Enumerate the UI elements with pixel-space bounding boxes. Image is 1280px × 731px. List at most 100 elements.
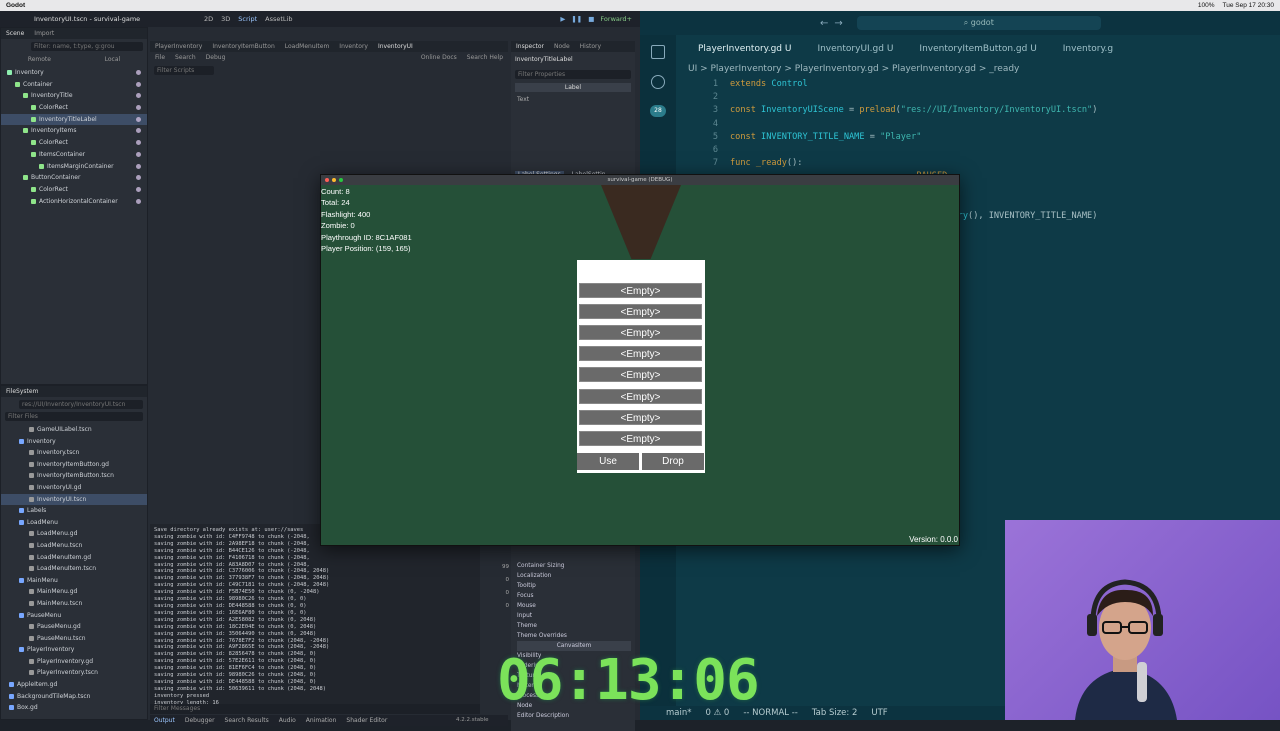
script-tab[interactable]: Inventory	[339, 43, 368, 50]
visibility-eye-icon[interactable]	[136, 163, 141, 169]
scene-tree-row[interactable]: InventoryItems	[1, 125, 147, 137]
filesystem-item[interactable]: PlayerInventory	[1, 644, 147, 656]
inspector-section[interactable]: Theme	[517, 621, 631, 631]
script-tab[interactable]: LoadMenuItem	[285, 43, 330, 50]
status-item[interactable]: Tab Size: 2	[812, 708, 858, 718]
game-debug-window[interactable]: survival-game (DEBUG) Count: 8 Total: 24 F…	[320, 174, 960, 546]
script-tab[interactable]: InventoryUI	[378, 43, 413, 50]
visibility-eye-icon[interactable]	[136, 175, 141, 181]
tab-scene[interactable]: Scene	[6, 30, 24, 37]
visibility-eye-icon[interactable]	[136, 70, 141, 75]
scene-tree-row[interactable]: ColorRect	[1, 184, 147, 196]
editor-tab[interactable]: InventoryUI.gd U	[817, 44, 893, 54]
filesystem-item[interactable]: MainMenu.tscn	[1, 598, 147, 610]
inspector-filter-input[interactable]: Filter Properties	[515, 70, 631, 79]
close-window-icon[interactable]	[325, 178, 329, 182]
scene-tree-row[interactable]: Container	[1, 79, 147, 91]
tab-node[interactable]: Node	[554, 43, 570, 50]
tab-history[interactable]: History	[580, 43, 601, 50]
filesystem-item[interactable]: PauseMenu	[1, 610, 147, 622]
scene-tree-row[interactable]: ItemsContainer	[1, 149, 147, 161]
menu-debug[interactable]: Debug	[206, 54, 226, 61]
filesystem-item[interactable]: Inventory	[1, 436, 147, 448]
filesystem-item[interactable]: InventoryItemButton.tscn	[1, 470, 147, 482]
inventory-slot-button[interactable]: <Empty>	[579, 388, 702, 404]
filesystem-item[interactable]: InventoryUI.gd	[1, 482, 147, 494]
play-icon[interactable]: ▶	[560, 15, 565, 23]
inventory-slot-button[interactable]: <Empty>	[579, 304, 702, 320]
back-arrow-icon[interactable]: ←	[820, 18, 828, 29]
renderer-select[interactable]: Forward+	[600, 15, 632, 23]
filesystem-item[interactable]: PlayerInventory.gd	[1, 656, 147, 668]
inspector-section[interactable]: Tooltip	[517, 581, 631, 591]
filesystem-path[interactable]: res://UI/Inventory/InventoryUI.tscn	[19, 400, 143, 409]
minimize-window-icon[interactable]	[332, 178, 336, 182]
local-button[interactable]: Local	[105, 56, 121, 63]
inventory-slot-button[interactable]: <Empty>	[579, 325, 702, 341]
drop-button[interactable]: Drop	[642, 453, 704, 470]
inspector-section[interactable]: Theme Overrides	[517, 631, 631, 641]
filesystem-item[interactable]: PlayerInventory.tscn	[1, 667, 147, 679]
bottom-panel-tab[interactable]: Debugger	[185, 717, 215, 724]
tab-inspector[interactable]: Inspector	[516, 43, 544, 50]
filesystem-item[interactable]: PauseMenu.gd	[1, 621, 147, 633]
menubar-datetime[interactable]: Tue Sep 17 20:30	[1223, 2, 1274, 9]
inspector-section[interactable]: Localization	[517, 571, 631, 581]
inventory-slot-button[interactable]: <Empty>	[579, 409, 702, 425]
bottom-panel-tab[interactable]: Search Results	[225, 717, 269, 724]
breadcrumb[interactable]: UI > PlayerInventory > PlayerInventory.g…	[688, 64, 1019, 74]
filesystem-item[interactable]: MainMenu	[1, 575, 147, 587]
workspace-3d[interactable]: 3D	[221, 15, 230, 23]
scene-tree-row[interactable]: ItemsMarginContainer	[1, 161, 147, 173]
editor-tab[interactable]: PlayerInventory.gd U	[698, 44, 791, 54]
inspector-section[interactable]: Mouse	[517, 601, 631, 611]
stop-icon[interactable]: ■	[588, 15, 594, 23]
bottom-panel-tab[interactable]: Audio	[279, 717, 296, 724]
vscode-search-box[interactable]: ⌕ godot	[856, 16, 1101, 30]
status-item[interactable]: UTF	[871, 708, 887, 718]
visibility-eye-icon[interactable]	[136, 151, 141, 157]
filesystem-item[interactable]: GameUILabel.tscn	[1, 424, 147, 436]
bottom-panel-tab[interactable]: Shader Editor	[346, 717, 387, 724]
inventory-slot-button[interactable]: <Empty>	[579, 430, 702, 446]
forward-arrow-icon[interactable]: →	[834, 18, 842, 29]
workspace-2d[interactable]: 2D	[204, 15, 213, 23]
inspector-section[interactable]: Focus	[517, 591, 631, 601]
filesystem-item[interactable]: Labels	[1, 505, 147, 517]
script-tab[interactable]: PlayerInventory	[155, 43, 202, 50]
source-control-badge[interactable]: 28	[650, 105, 666, 117]
inventory-slot-button[interactable]: <Empty>	[579, 367, 702, 383]
scene-tree-row[interactable]: ActionHorizontalContainer	[1, 196, 147, 208]
tab-import[interactable]: Import	[34, 30, 54, 37]
scene-tree-row[interactable]: InventoryTitle	[1, 90, 147, 102]
search-help-link[interactable]: Search Help	[467, 54, 503, 61]
visibility-eye-icon[interactable]	[136, 81, 141, 87]
filesystem-item[interactable]: LoadMenu.gd	[1, 528, 147, 540]
filesystem-item[interactable]: MainMenu.gd	[1, 586, 147, 598]
menu-file[interactable]: File	[155, 54, 165, 61]
inventory-slot-button[interactable]: <Empty>	[579, 283, 702, 298]
output-filter-input[interactable]: Filter Messages	[150, 704, 480, 714]
explorer-icon[interactable]	[651, 45, 665, 59]
filesystem-item[interactable]: InventoryUI.tscn	[1, 493, 147, 506]
filesystem-item[interactable]: BackgroundTileMap.tscn	[1, 691, 147, 703]
visibility-eye-icon[interactable]	[136, 186, 141, 192]
visibility-eye-icon[interactable]	[136, 128, 141, 134]
workspace-script[interactable]: Script	[238, 15, 257, 23]
inspector-section[interactable]: Input	[517, 611, 631, 621]
remote-button[interactable]: Remote	[28, 56, 51, 63]
scene-filter-input[interactable]: Filter: name, t:type, g:grou	[31, 42, 143, 51]
search-icon[interactable]	[651, 75, 665, 89]
game-window-titlebar[interactable]: survival-game (DEBUG)	[321, 175, 959, 185]
inspector-section[interactable]: Container Sizing	[517, 561, 631, 571]
menubar-battery[interactable]: 100%	[1198, 2, 1215, 9]
filter-scripts-input[interactable]: Filter Scripts	[154, 66, 214, 75]
filesystem-item[interactable]: LoadMenuItem.gd	[1, 552, 147, 564]
filesystem-item[interactable]: LoadMenu.tscn	[1, 540, 147, 552]
bottom-panel-tab[interactable]: Output	[154, 717, 175, 724]
scene-tree-row[interactable]: ColorRect	[1, 137, 147, 149]
filesystem-item[interactable]: Inventory.tscn	[1, 447, 147, 459]
bottom-panel-tab[interactable]: Animation	[306, 717, 337, 724]
visibility-eye-icon[interactable]	[136, 105, 141, 111]
inventory-slot-button[interactable]: <Empty>	[579, 346, 702, 362]
